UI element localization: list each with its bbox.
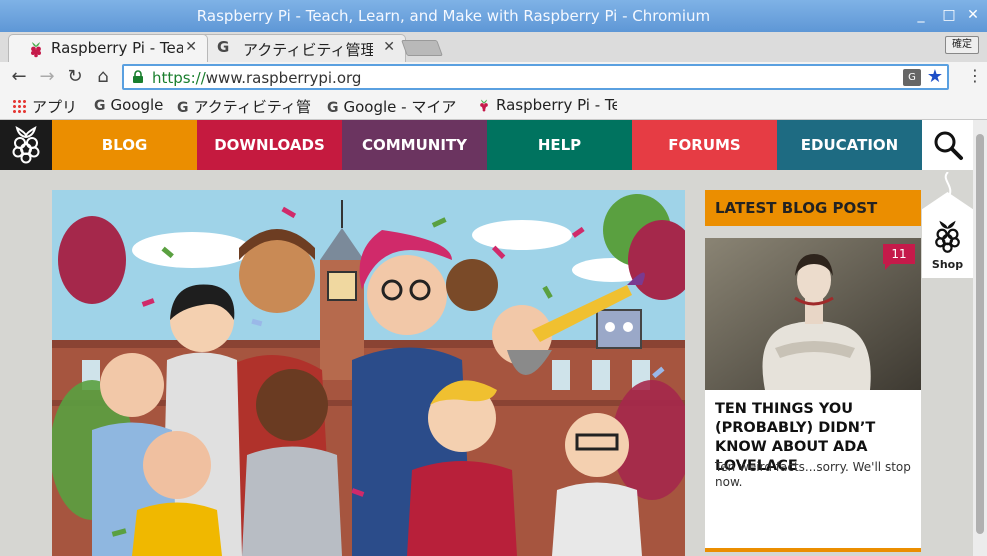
site-navigation: BLOG DOWNLOADS COMMUNITY HELP FORUMS EDU… [0, 120, 973, 170]
close-tab-icon[interactable]: ✕ [185, 39, 197, 55]
bookmark-raspberry[interactable]: Raspberry Pi - Te [477, 96, 617, 114]
reload-button[interactable]: ↻ [64, 66, 86, 88]
translate-icon[interactable]: G [903, 69, 921, 86]
ime-indicator[interactable]: 確定 [945, 36, 979, 54]
scrollbar-thumb[interactable] [976, 134, 984, 534]
home-button[interactable]: ⌂ [92, 66, 114, 88]
google-icon: G [327, 100, 339, 116]
back-button[interactable]: ← [8, 66, 30, 88]
tab-strip: Raspberry Pi - Teach, Learn, and Make ✕ … [0, 32, 987, 62]
raspberry-icon [31, 42, 41, 58]
bookmarks-bar: アプリ G Google G アクティビティ管 G Google - マイア Rasp… [0, 92, 987, 120]
close-tab-icon[interactable]: ✕ [383, 39, 395, 55]
bookmark-apps[interactable]: アプリ [12, 96, 77, 117]
bookmark-google[interactable]: G Google [94, 96, 163, 114]
latest-blog-panel: LATEST BLOG POST 11 TEN THINGS YOU (PROB… [705, 190, 921, 556]
google-icon: G [177, 100, 189, 116]
nav-education[interactable]: EDUCATION [777, 120, 922, 170]
shop-label: Shop [931, 258, 964, 271]
latest-blog-header: LATEST BLOG POST [705, 190, 921, 226]
page-scrollbar[interactable] [973, 120, 987, 556]
new-tab-button[interactable] [401, 40, 443, 56]
party-illustration [52, 194, 685, 556]
blog-post-excerpt: Ten weird facts...sorry. We'll stop now. [715, 460, 911, 489]
url-text: https://www.raspberrypi.org [152, 69, 362, 87]
search-icon [934, 131, 963, 160]
blog-card[interactable]: 11 TEN THINGS YOU (PROBABLY) DIDN’T KNOW… [705, 238, 921, 550]
window-titlebar: Raspberry Pi - Teach, Learn, and Make wi… [0, 0, 987, 32]
hero-illustration[interactable] [52, 190, 685, 556]
site-logo[interactable] [0, 120, 52, 170]
raspberry-icon [480, 99, 488, 112]
nav-downloads[interactable]: DOWNLOADS [197, 120, 342, 170]
nav-community[interactable]: COMMUNITY [342, 120, 487, 170]
comment-count-badge[interactable]: 11 [883, 244, 915, 270]
nav-help[interactable]: HELP [487, 120, 632, 170]
search-button[interactable] [922, 120, 973, 170]
tab-activity[interactable]: G アクティビティ管理 ✕ [200, 34, 406, 62]
forward-button[interactable]: → [36, 66, 58, 88]
shop-tag[interactable]: Shop [922, 172, 973, 280]
bookmark-google-my[interactable]: G Google - マイア [327, 96, 463, 117]
raspberry-logo-icon [12, 126, 40, 164]
close-window-button[interactable]: ✕ [964, 6, 982, 24]
nav-blog[interactable]: BLOG [52, 120, 197, 170]
tab-label: アクティビティ管理 [243, 41, 373, 59]
page-viewport: BLOG DOWNLOADS COMMUNITY HELP FORUMS EDU… [0, 120, 987, 556]
browser-toolbar: ← → ↻ ⌂ https://www.raspberrypi.org G ★ … [0, 62, 987, 92]
nav-forums[interactable]: FORUMS [632, 120, 777, 170]
maximize-button[interactable]: □ [940, 6, 958, 24]
google-icon: G [94, 98, 106, 114]
apps-grid-icon [12, 99, 26, 113]
address-bar[interactable]: https://www.raspberrypi.org G ★ [122, 64, 949, 90]
google-icon: G [217, 38, 230, 56]
blog-bottom-bar [705, 548, 921, 552]
bookmark-star-icon[interactable]: ★ [927, 66, 943, 87]
window-title: Raspberry Pi - Teach, Learn, and Make wi… [196, 7, 711, 25]
raspberry-shop-icon [935, 220, 960, 253]
bookmark-activity[interactable]: G アクティビティ管 [177, 96, 317, 117]
tab-label: Raspberry Pi - Teach, Learn, and Make [51, 39, 183, 57]
menu-icon[interactable]: ⋮ [967, 66, 983, 85]
lock-icon [133, 70, 143, 83]
minimize-button[interactable]: _ [912, 6, 930, 24]
blog-post-image[interactable]: 11 [705, 238, 921, 390]
tab-raspberry-pi[interactable]: Raspberry Pi - Teach, Learn, and Make ✕ [8, 34, 208, 62]
